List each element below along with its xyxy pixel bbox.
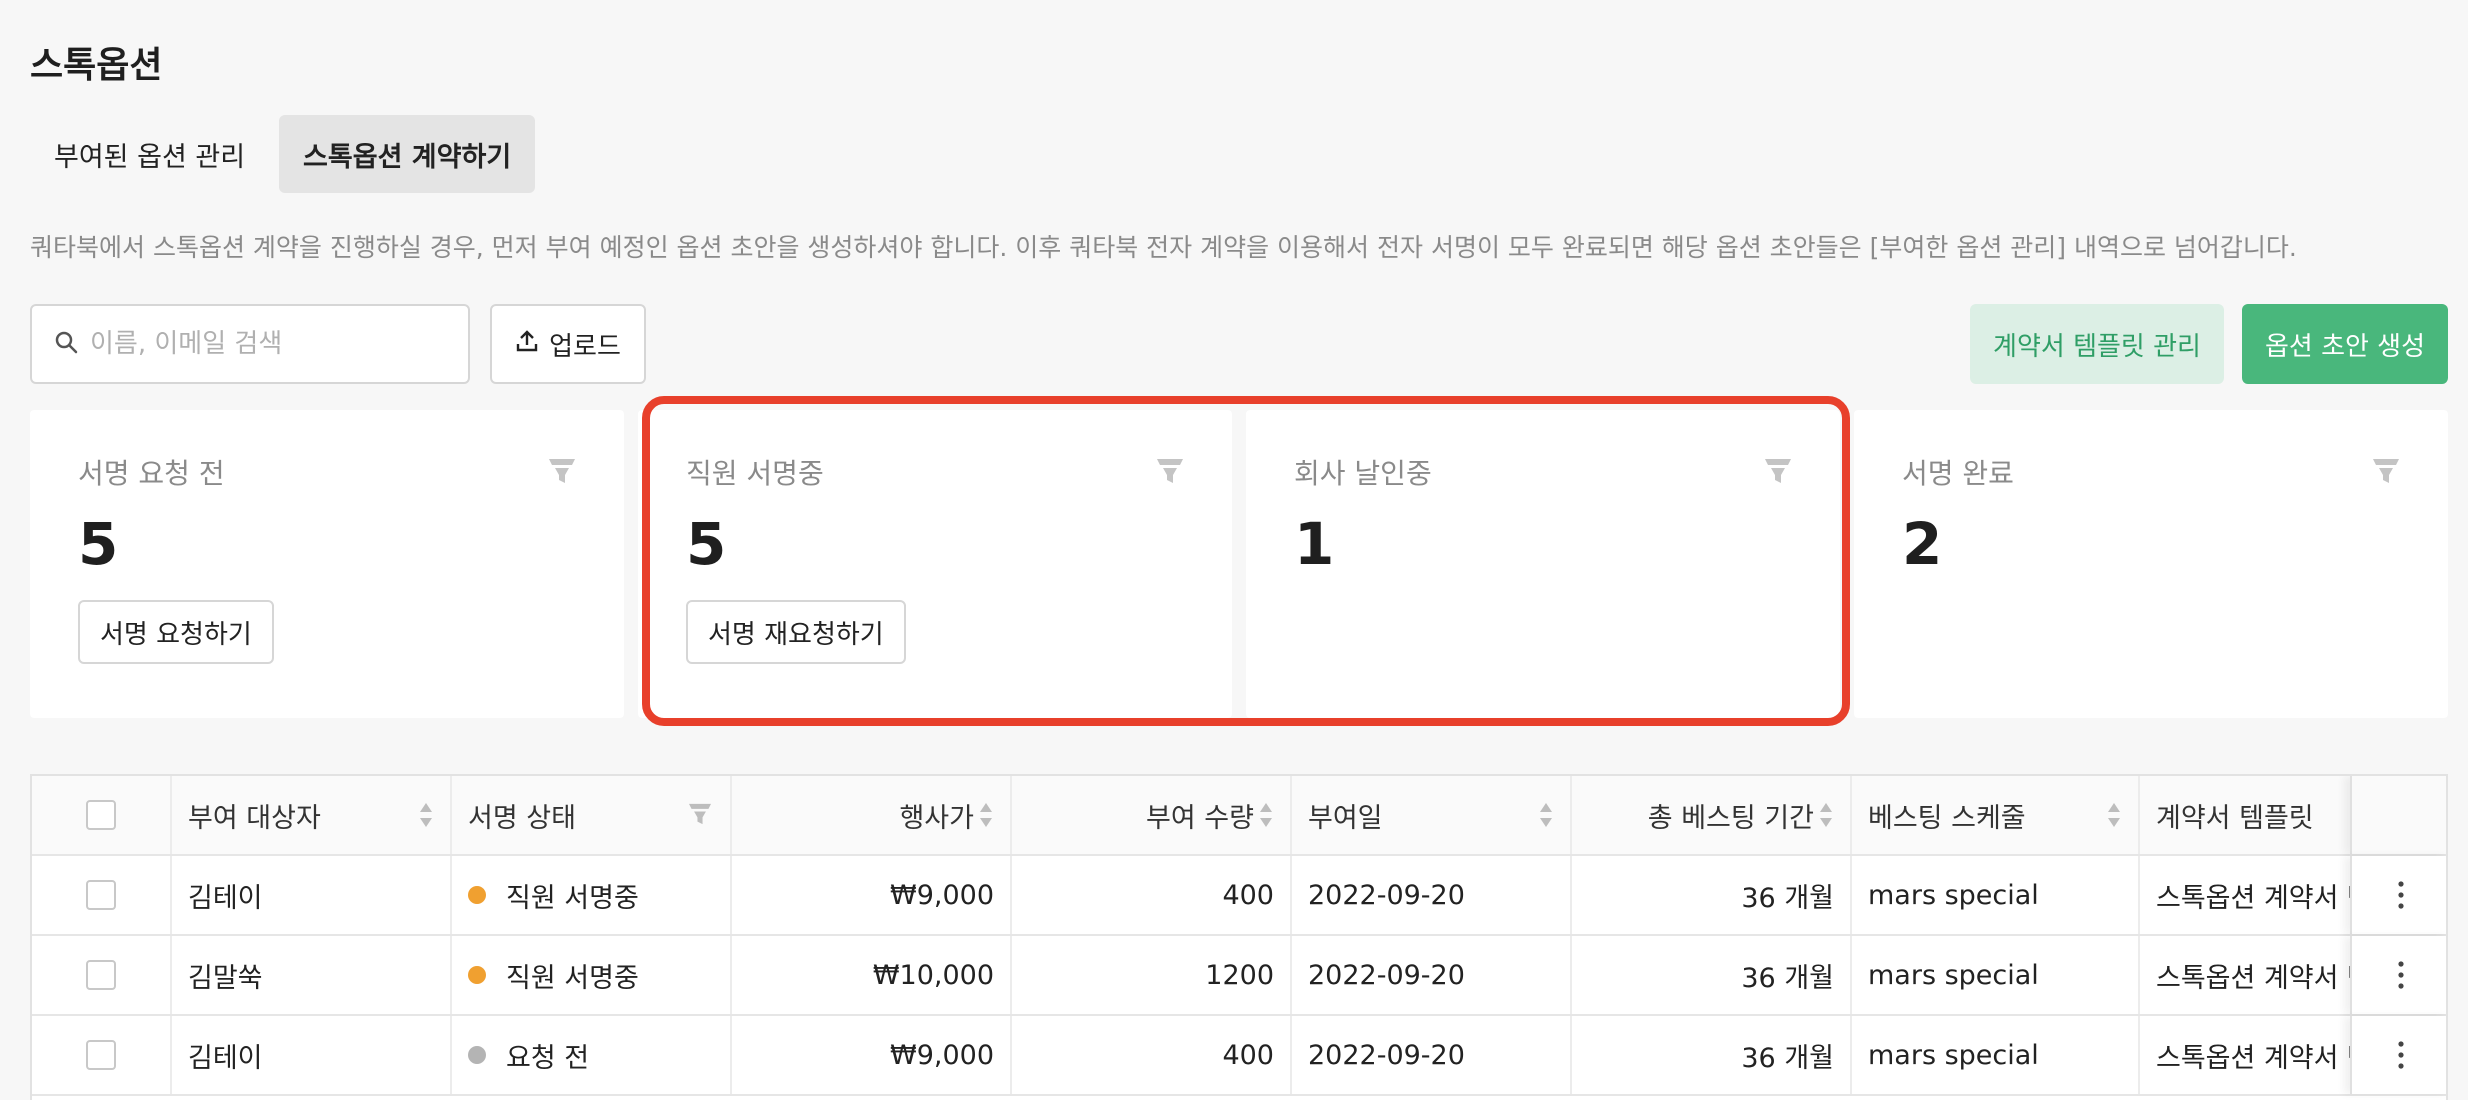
- status-dot-icon: [468, 886, 486, 904]
- column-header-contract-template[interactable]: 계약서 템플릿: [2140, 776, 2350, 854]
- column-header-exercise-price[interactable]: 행사가: [732, 776, 1012, 854]
- tab-granted-options[interactable]: 부여된 옵션 관리: [30, 115, 269, 193]
- filter-icon[interactable]: [2372, 458, 2400, 484]
- option-draft-table: 부여 대상자 서명 상태 행사가 부여 수량 부여일 총 베스팅 기간 베스팅 …: [30, 774, 2448, 1100]
- column-header-grant-quantity[interactable]: 부여 수량: [1012, 776, 1292, 854]
- cell-vesting-schedule: mars special: [1852, 856, 2140, 934]
- request-signature-button[interactable]: 서명 요청하기: [78, 600, 274, 664]
- upload-button-label: 업로드: [549, 331, 621, 362]
- cell-grant-quantity: 400: [1012, 856, 1292, 934]
- sort-icon[interactable]: [1258, 801, 1274, 829]
- upload-button[interactable]: 업로드: [490, 304, 646, 384]
- cell-sign-status: 요청 전: [452, 1016, 732, 1094]
- search-box[interactable]: [30, 304, 470, 384]
- cell-exercise-price: ₩9,000: [732, 856, 1012, 934]
- sort-icon[interactable]: [978, 801, 994, 829]
- status-card-signed[interactable]: 서명 완료 2: [1854, 410, 2448, 718]
- column-header-sign-status[interactable]: 서명 상태: [452, 776, 732, 854]
- cell-grantee: 김말쑥: [172, 936, 452, 1014]
- cell-grant-date: 2022-09-20: [1292, 936, 1572, 1014]
- cell-contract-template: 스톡옵션 계약서 템플릿: [2156, 882, 2350, 914]
- cell-grant-quantity: 1200: [1012, 936, 1292, 1014]
- search-input[interactable]: [90, 329, 450, 359]
- upload-icon: [515, 329, 539, 360]
- more-vertical-icon[interactable]: [2396, 1038, 2406, 1072]
- table-row[interactable]: 김테이 요청 전 ₩9,000 400 2022-09-20 36 개월 mar…: [32, 1016, 2446, 1096]
- cell-sign-status: 직원 서명중: [452, 936, 732, 1014]
- cell-grant-date: 2022-09-20: [1292, 856, 1572, 934]
- card-count: 2: [1902, 510, 1943, 578]
- select-all-checkbox[interactable]: [86, 800, 116, 830]
- card-label: 서명 요청 전: [78, 457, 225, 490]
- cell-exercise-price: ₩9,000: [732, 1016, 1012, 1094]
- re-request-signature-button[interactable]: 서명 재요청하기: [686, 600, 906, 664]
- status-dot-icon: [468, 966, 486, 984]
- cell-grant-quantity: 400: [1012, 1016, 1292, 1094]
- more-vertical-icon[interactable]: [2396, 958, 2406, 992]
- filter-icon[interactable]: [688, 803, 712, 825]
- cell-exercise-price: ₩10,000: [732, 936, 1012, 1014]
- card-count: 5: [78, 510, 119, 578]
- column-header-grant-date[interactable]: 부여일: [1292, 776, 1572, 854]
- card-label: 서명 완료: [1902, 457, 2014, 490]
- card-count: 1: [1294, 510, 1335, 578]
- more-vertical-icon[interactable]: [2396, 878, 2406, 912]
- table-row[interactable]: 김말쑥 직원 서명중 ₩10,000 1200 2022-09-20 36 개월…: [32, 936, 2446, 1016]
- sort-icon[interactable]: [1818, 801, 1834, 829]
- column-header-grantee[interactable]: 부여 대상자: [172, 776, 452, 854]
- sort-icon[interactable]: [418, 801, 434, 829]
- status-card-company-sealing[interactable]: 회사 날인중 1: [1246, 410, 1840, 718]
- cell-grantee: 김테이: [172, 1016, 452, 1094]
- status-card-before-request[interactable]: 서명 요청 전 5 서명 요청하기: [30, 410, 624, 718]
- cell-grantee: 김테이: [172, 856, 452, 934]
- cell-contract-template: 스톡옵션 계약서 템플릿: [2156, 1042, 2350, 1074]
- cell-sign-status: 직원 서명중: [452, 856, 732, 934]
- tab-bar: 부여된 옵션 관리 스톡옵션 계약하기: [30, 115, 536, 193]
- row-checkbox[interactable]: [86, 960, 116, 990]
- notice-text: 쿼타북에서 스톡옵션 계약을 진행하실 경우, 먼저 부여 예정인 옵션 초안을…: [30, 233, 2297, 262]
- row-checkbox[interactable]: [86, 880, 116, 910]
- cell-contract-template: 스톡옵션 계약서 템플릿: [2156, 962, 2350, 994]
- manage-template-button[interactable]: 계약서 템플릿 관리: [1970, 304, 2224, 384]
- column-header-vesting-schedule[interactable]: 베스팅 스케줄: [1852, 776, 2140, 854]
- sort-icon[interactable]: [1538, 801, 1554, 829]
- row-checkbox[interactable]: [86, 1040, 116, 1070]
- cell-grant-date: 2022-09-20: [1292, 1016, 1572, 1094]
- search-icon: [54, 330, 78, 358]
- cell-vesting-schedule: mars special: [1852, 936, 2140, 1014]
- table-row[interactable]: 김테이 직원 서명중 ₩9,000 400 2022-09-20 36 개월 m…: [32, 856, 2446, 936]
- filter-icon[interactable]: [548, 458, 576, 484]
- cell-total-vesting-period: 36 개월: [1572, 1016, 1852, 1094]
- column-header-total-vesting-period[interactable]: 총 베스팅 기간: [1572, 776, 1852, 854]
- card-count: 5: [686, 510, 727, 578]
- create-option-draft-button[interactable]: 옵션 초안 생성: [2242, 304, 2448, 384]
- cell-vesting-schedule: mars special: [1852, 1016, 2140, 1094]
- sort-icon[interactable]: [2106, 801, 2122, 829]
- filter-icon[interactable]: [1156, 458, 1184, 484]
- card-label: 회사 날인중: [1294, 457, 1432, 490]
- table-header-row: 부여 대상자 서명 상태 행사가 부여 수량 부여일 총 베스팅 기간 베스팅 …: [32, 776, 2446, 856]
- card-label: 직원 서명중: [686, 457, 824, 490]
- cell-total-vesting-period: 36 개월: [1572, 936, 1852, 1014]
- status-card-employee-signing[interactable]: 직원 서명중 5 서명 재요청하기: [638, 410, 1232, 718]
- status-dot-icon: [468, 1046, 486, 1064]
- cell-total-vesting-period: 36 개월: [1572, 856, 1852, 934]
- tab-option-contract[interactable]: 스톡옵션 계약하기: [279, 115, 536, 193]
- filter-icon[interactable]: [1764, 458, 1792, 484]
- column-header-actions: [2350, 776, 2446, 854]
- page-title: 스톡옵션: [30, 45, 163, 86]
